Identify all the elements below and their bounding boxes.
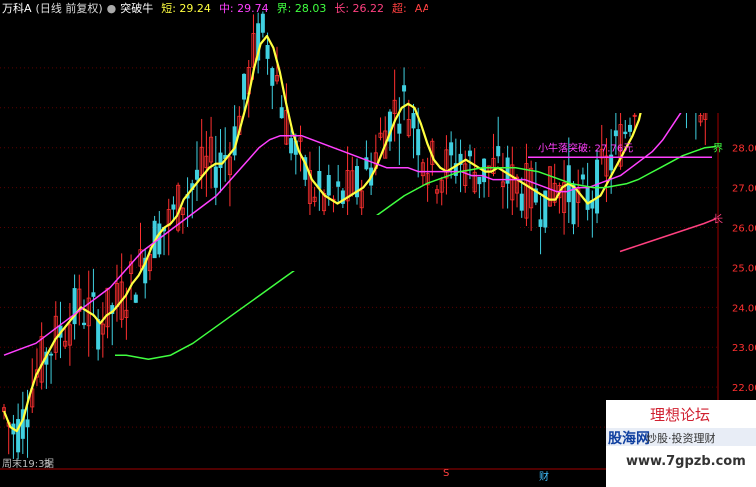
candle-body-126: [595, 159, 600, 214]
indicator-name[interactable]: 突破牛: [120, 2, 153, 15]
watermark-url: www.7gpzb.com: [626, 454, 746, 469]
chart-window: 21.0022.0023.0024.0025.0026.0027.0028.00…: [0, 0, 756, 487]
candle-body-133: [627, 124, 632, 132]
candle-body-99: [467, 150, 472, 157]
candle-body-5: [25, 419, 30, 428]
chart-mode[interactable]: (日线 前复权): [36, 2, 103, 15]
line-tag-2: 界: [713, 143, 723, 155]
candle-body-20: [96, 319, 101, 350]
candle-body-67: [317, 171, 322, 189]
candle-body-69: [326, 174, 331, 196]
candle-body-59: [279, 107, 284, 119]
y-tick-label-2: 23.00: [732, 343, 756, 354]
header-item-3: 长: 26.22: [334, 2, 385, 15]
candle-body-45: [213, 166, 218, 188]
candle-body-132: [623, 131, 628, 135]
candle-body-51: [242, 73, 247, 100]
y-tick-label-5: 26.00: [732, 224, 756, 235]
y-tick-label-4: 25.00: [732, 263, 756, 274]
candle-body-10: [49, 353, 54, 356]
candle-body-56: [265, 45, 270, 59]
marker-s[interactable]: S: [443, 468, 449, 479]
watermark: 理想论坛 股海网 炒股·投资理财 www.7gpzb.com: [606, 400, 756, 487]
candle-body-28: [133, 294, 138, 303]
candle-body-41: [194, 169, 199, 180]
watermark-forum: 理想论坛: [650, 406, 711, 424]
candle-body-17: [82, 322, 87, 326]
candle-body-123: [580, 174, 585, 180]
watermark-site-a: 股海网: [608, 431, 650, 447]
candle-body-85: [402, 85, 407, 92]
candle-body-36: [171, 204, 176, 210]
candle-body-84: [397, 123, 402, 134]
y-tick-label-1: 22.00: [732, 383, 756, 394]
candle-body-88: [416, 129, 421, 156]
occluding-block-middle: [234, 215, 520, 271]
candle-body-57: [270, 68, 275, 86]
candle-body-55: [260, 13, 265, 33]
candle-body-71: [336, 181, 341, 187]
occluding-block-top: [428, 0, 756, 113]
line-tag-3: 长: [713, 214, 723, 226]
indicator-dot-icon: ●: [106, 2, 117, 15]
candle-body-105: [496, 146, 501, 157]
series-line-3[interactable]: [619, 218, 717, 253]
marker-cai[interactable]: 财: [539, 468, 549, 483]
breakout-annotation: 小牛落突破: 27.76元: [538, 141, 633, 154]
header-item-1: 中: 29.74: [218, 2, 269, 15]
candle-body-61: [289, 138, 294, 154]
candle-body-46: [218, 152, 223, 168]
candle-body-130: [613, 130, 618, 137]
header-item-2: 界: 28.03: [276, 2, 327, 15]
candle-body-87: [411, 113, 416, 129]
stock-title[interactable]: 万科A: [2, 2, 32, 15]
candle-body-19: [91, 292, 96, 297]
candle-body-101: [477, 176, 482, 185]
y-tick-label-6: 27.00: [732, 184, 756, 195]
watermark-site-b: 炒股·投资理财: [646, 432, 716, 445]
candle-body-114: [538, 219, 543, 227]
candle-body-124: [585, 187, 590, 210]
candle-body-110: [519, 193, 524, 211]
y-tick-label-7: 28.00: [732, 144, 756, 155]
bottom-data-note: 据: [44, 459, 54, 470]
y-tick-label-3: 24.00: [732, 303, 756, 314]
candle-body-15: [72, 288, 77, 325]
candle-body-121: [571, 184, 576, 225]
candle-body-95: [449, 142, 454, 156]
header-item-0: 短: 29.24: [161, 2, 211, 15]
header-item-4: 超:: [392, 2, 407, 15]
